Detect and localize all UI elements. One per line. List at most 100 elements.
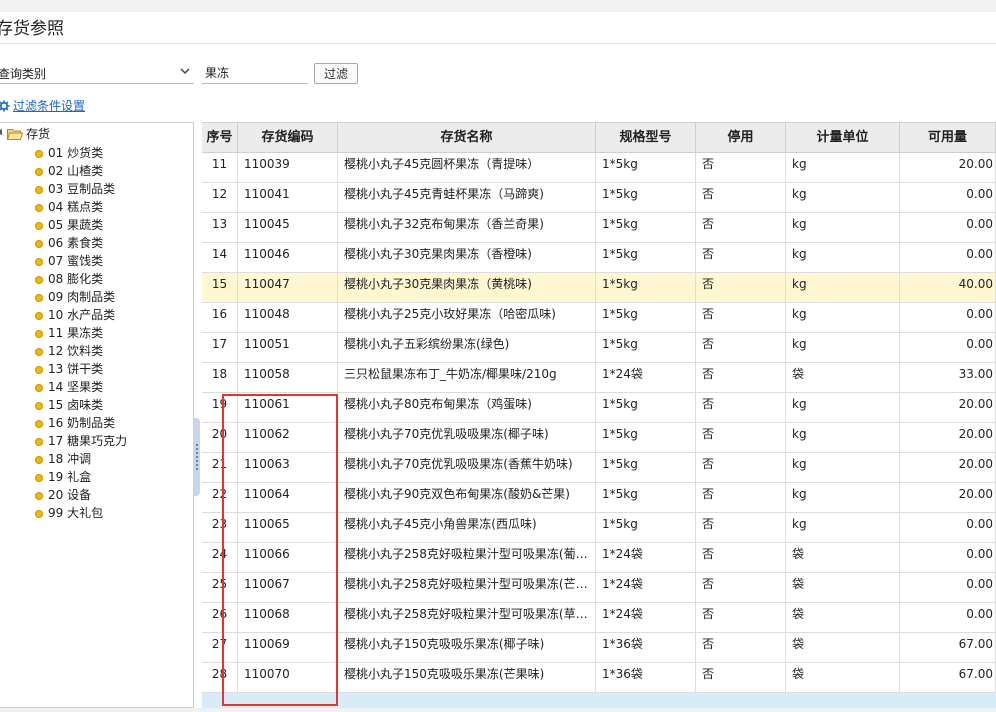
bottom-strip xyxy=(0,708,996,712)
bullet-icon xyxy=(35,384,43,392)
cell-spec: 1*5kg xyxy=(596,423,696,452)
tree-item[interactable]: 17 糖果巧克力 xyxy=(35,432,127,450)
tree-item-label: 10 水产品类 xyxy=(48,308,116,322)
cell-qty: 20.00 xyxy=(900,423,996,452)
cell-qty: 0.00 xyxy=(900,603,996,632)
table-row[interactable]: 28 110070 樱桃小丸子150克吸吸乐果冻(芒果味) 1*36袋否袋 67.00 xyxy=(202,663,996,693)
table-row[interactable]: 14 110046 樱桃小丸子30克果肉果冻（香橙味) 1*5kg 否 kg 0.00 xyxy=(202,243,996,273)
tree-item[interactable]: 16 奶制品类 xyxy=(35,414,127,432)
tree-item[interactable]: 07 蜜饯类 xyxy=(35,252,127,270)
expand-arrow-icon[interactable] xyxy=(0,128,6,138)
column-header-seq[interactable]: 序号 xyxy=(202,123,238,152)
table-row[interactable]: 18 110058 三只松鼠果冻布丁_牛奶冻/椰果味/210g 1*24袋否袋 33.0… xyxy=(202,363,996,393)
cell-spec: 1*5kg xyxy=(596,183,696,212)
tree-item[interactable]: 11 果冻类 xyxy=(35,324,127,342)
tree-item[interactable]: 04 糕点类 xyxy=(35,198,127,216)
table-row[interactable]: 20 110062 樱桃小丸子70克优乳吸吸果冻(椰子味) 1*5kg 否 kg 20.00 xyxy=(202,423,996,453)
tree-item[interactable]: 10 水产品类 xyxy=(35,306,127,324)
cell-code: 110066 xyxy=(238,543,338,572)
tree-item[interactable]: 99 大礼包 xyxy=(35,504,127,522)
table-row[interactable]: 11 110039 樱桃小丸子45克圆杯果冻（青提味） 1*5kg 否 kg 20.00 xyxy=(202,153,996,183)
table-row[interactable]: 17 110051 樱桃小丸子五彩缤纷果冻(绿色) 1*5kg 否 kg 0.00 xyxy=(202,333,996,363)
tree-item[interactable]: 02 山楂类 xyxy=(35,162,127,180)
column-header-qty[interactable]: 可用量 xyxy=(900,123,996,152)
column-header-spec[interactable]: 规格型号 xyxy=(596,123,696,152)
cell-code: 110067 xyxy=(238,573,338,602)
tree-item[interactable]: 14 坚果类 xyxy=(35,378,127,396)
tree-item[interactable]: 13 饼干类 xyxy=(35,360,127,378)
cell-unit: kg xyxy=(786,183,900,212)
tree-item-label: 09 肉制品类 xyxy=(48,290,116,304)
cell-name: 樱桃小丸子70克优乳吸吸果冻(椰子味) xyxy=(338,423,596,452)
cell-disabled: 否 xyxy=(696,213,786,242)
tree-item[interactable]: 15 卤味类 xyxy=(35,396,127,414)
table-row[interactable]: 27 110069 樱桃小丸子150克吸吸乐果冻(椰子味) 1*36袋否袋 67.00 xyxy=(202,633,996,663)
splitter-handle[interactable] xyxy=(194,418,202,496)
tree-item[interactable]: 12 饮料类 xyxy=(35,342,127,360)
cell-seq: 14 xyxy=(202,243,238,272)
cell-disabled: 否 xyxy=(696,393,786,422)
grip-dots-icon xyxy=(196,444,200,470)
cell-unit: 袋 xyxy=(786,573,900,602)
cell-code: 110039 xyxy=(238,153,338,182)
title-divider xyxy=(0,43,996,44)
table-row[interactable]: 13 110045 樱桃小丸子32克布甸果冻（香兰奇果) 1*5kg 否 kg 0.00 xyxy=(202,213,996,243)
bullet-icon xyxy=(35,420,43,428)
tree-item[interactable]: 06 素食类 xyxy=(35,234,127,252)
cell-code: 110047 xyxy=(238,273,338,302)
table-row[interactable]: 12 110041 樱桃小丸子45克青蛙杯果冻（马蹄爽) 1*5kg 否 kg 0.00 xyxy=(202,183,996,213)
cell-disabled: 否 xyxy=(696,453,786,482)
window-title: 存货参照 xyxy=(0,19,64,39)
tree-item[interactable]: 05 果蔬类 xyxy=(35,216,127,234)
tree-item[interactable]: 19 礼盒 xyxy=(35,468,127,486)
table-row[interactable]: 23 110065 樱桃小丸子45克小角兽果冻(西瓜味) 1*5kg 否 kg 0.00 xyxy=(202,513,996,543)
table-row[interactable]: 25 110067 樱桃小丸子258克好吸粒果汁型可吸果冻(芒果味) 1*24袋否袋 0… xyxy=(202,573,996,603)
table-row[interactable]: 26 110068 樱桃小丸子258克好吸粒果汁型可吸果冻(草莓味) 1*24袋否袋 0… xyxy=(202,603,996,633)
tree-item[interactable]: 01 炒货类 xyxy=(35,144,127,162)
tree-item[interactable]: 18 冲调 xyxy=(35,450,127,468)
cell-seq: 27 xyxy=(202,633,238,662)
table-row[interactable]: 24 110066 樱桃小丸子258克好吸粒果汁型可吸果冻(葡萄味) 1*24袋否袋 0… xyxy=(202,543,996,573)
column-header-code[interactable]: 存货编码 xyxy=(238,123,338,152)
cell-seq: 18 xyxy=(202,363,238,392)
gear-icon xyxy=(0,100,10,112)
tree-item[interactable]: 03 豆制品类 xyxy=(35,180,127,198)
cell-qty: 40.00 xyxy=(900,273,996,302)
cell-spec: 1*5kg xyxy=(596,243,696,272)
table-row[interactable]: 21 110063 樱桃小丸子70克优乳吸吸果冻(香蕉牛奶味) 1*5kg 否 kg 20.… xyxy=(202,453,996,483)
cell-qty: 0.00 xyxy=(900,243,996,272)
tree-item[interactable]: 08 膨化类 xyxy=(35,270,127,288)
cell-qty: 0.00 xyxy=(900,213,996,242)
cell-seq: 17 xyxy=(202,333,238,362)
category-select[interactable]: 查询类别 xyxy=(0,61,194,84)
tree-item-label: 18 冲调 xyxy=(48,452,92,466)
table-row[interactable]: 22 110064 樱桃小丸子90克双色布甸果冻(酸奶&芒果) 1*5kg 否 kg 20.… xyxy=(202,483,996,513)
bullet-icon xyxy=(35,222,43,230)
cell-name: 樱桃小丸子70克优乳吸吸果冻(香蕉牛奶味) xyxy=(338,453,596,482)
cell-disabled: 否 xyxy=(696,603,786,632)
tree-item[interactable]: 20 设备 xyxy=(35,486,127,504)
column-header-disabled[interactable]: 停用 xyxy=(696,123,786,152)
cell-name: 三只松鼠果冻布丁_牛奶冻/椰果味/210g xyxy=(338,363,596,392)
filter-button[interactable]: 过滤 xyxy=(314,63,358,84)
bullet-icon xyxy=(35,492,43,500)
tree-item[interactable]: 09 肉制品类 xyxy=(35,288,127,306)
tree-item-label: 15 卤味类 xyxy=(48,398,104,412)
tree-root[interactable]: 存货 xyxy=(0,126,50,142)
column-header-name[interactable]: 存货名称 xyxy=(338,123,596,152)
search-input[interactable] xyxy=(202,61,308,84)
table-header: 序号 存货编码 存货名称 规格型号 停用 计量单位 可用量 xyxy=(202,123,996,153)
cell-spec: 1*5kg xyxy=(596,513,696,542)
tree-item-label: 06 素食类 xyxy=(48,236,104,250)
cell-spec: 1*5kg xyxy=(596,303,696,332)
table-row[interactable]: 19 110061 樱桃小丸子80克布甸果冻（鸡蛋味) 1*5kg 否 kg 20.00 xyxy=(202,393,996,423)
filter-settings-link[interactable]: 过滤条件设置 xyxy=(0,97,85,114)
bullet-icon xyxy=(35,348,43,356)
column-header-unit[interactable]: 计量单位 xyxy=(786,123,900,152)
cell-name: 樱桃小丸子45克圆杯果冻（青提味） xyxy=(338,153,596,182)
table-row[interactable]: 16 110048 樱桃小丸子25克小玫好果冻（哈密瓜味) 1*5kg 否 kg 0.00 xyxy=(202,303,996,333)
cell-name: 樱桃小丸子30克果肉果冻（黄桃味) xyxy=(338,273,596,302)
tree-item-label: 01 炒货类 xyxy=(48,146,104,160)
table-row[interactable]: 15 110047 樱桃小丸子30克果肉果冻（黄桃味) 1*5kg 否 kg 40.00 xyxy=(202,273,996,303)
cell-name: 樱桃小丸子258克好吸粒果汁型可吸果冻(草莓味) xyxy=(338,603,596,632)
